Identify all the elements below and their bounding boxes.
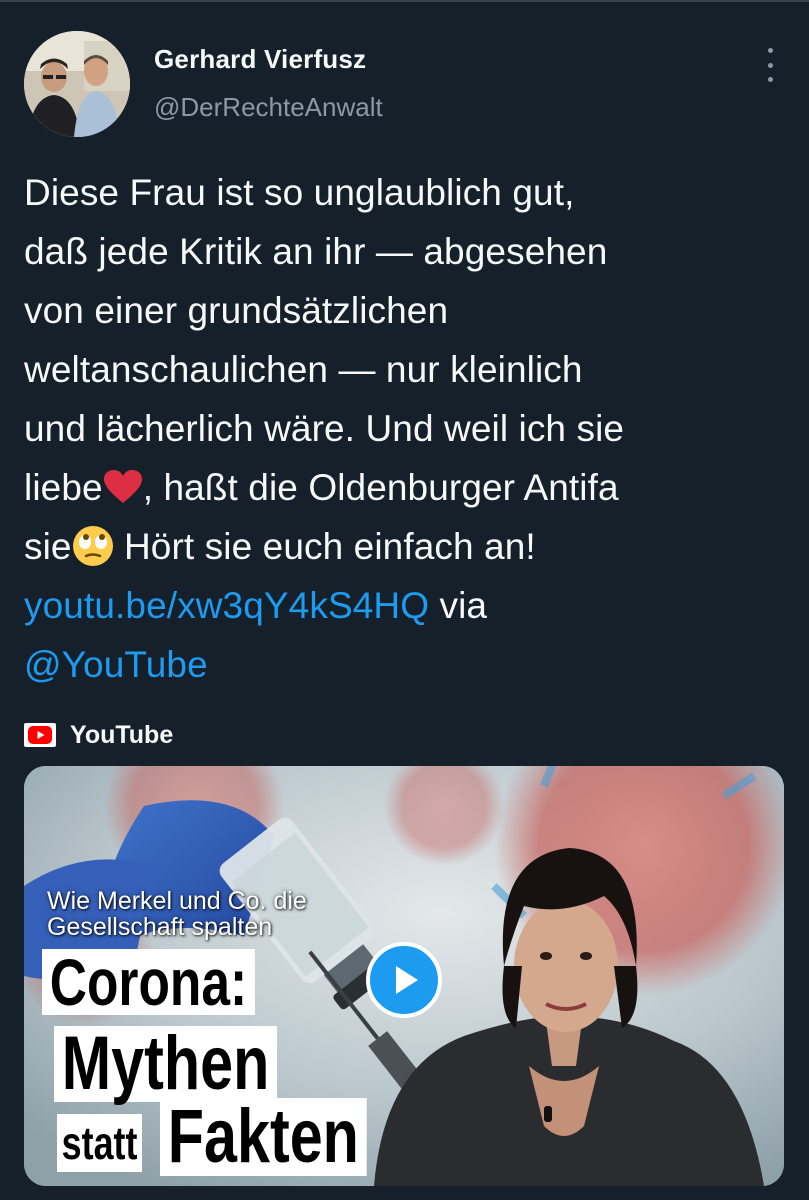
author-display-name[interactable]: Gerhard Vierfusz	[154, 44, 366, 75]
tweet-line: weltanschaulichen — nur kleinlich	[24, 349, 583, 390]
card-source: YouTube	[24, 718, 173, 752]
youtube-mention-link[interactable]: @YouTube	[24, 644, 208, 685]
play-icon	[396, 966, 418, 994]
play-button[interactable]	[366, 942, 442, 1018]
tweet-line: Diese Frau ist so unglaublich gut,	[24, 172, 575, 213]
face-with-rolling-eyes-emoji	[72, 526, 113, 566]
tweet-line: liebe , haßt die Oldenburger Antifa	[24, 458, 794, 517]
thumbnail-subtitle: Wie Merkel und Co. die Gesellschaft spal…	[47, 887, 307, 941]
author-handle[interactable]: @DerRechteAnwalt	[154, 92, 383, 123]
tweet-text-segment: via	[429, 585, 488, 626]
tweet-text-segment: sie	[24, 526, 72, 567]
author-avatar[interactable]	[24, 31, 130, 137]
tweet-line: sie Hört sie euch einfach an!	[24, 517, 794, 576]
tweet-text-segment: , haßt die Oldenburger Antifa	[142, 467, 619, 508]
thumbnail-title-corona: Corona:	[42, 949, 255, 1015]
more-dot	[767, 62, 773, 68]
youtube-logo-icon	[24, 723, 56, 747]
youtube-link[interactable]: youtu.be/xw3qY4kS4HQ	[24, 585, 429, 626]
tweet-text: Diese Frau ist so unglaublich gut, daß j…	[24, 163, 794, 694]
video-card[interactable]: Wie Merkel und Co. die Gesellschaft spal…	[24, 766, 784, 1186]
thumbnail-title-statt: statt	[57, 1114, 143, 1172]
tweet-text-segment: liebe	[24, 467, 103, 508]
tweet-line: youtu.be/xw3qY4kS4HQ via	[24, 576, 794, 635]
tweet-line: von einer grundsätzlichen	[24, 290, 449, 331]
tweet-line: daß jede Kritik an ihr — abgesehen	[24, 231, 608, 272]
red-heart-emoji	[103, 470, 142, 503]
more-dot	[767, 77, 773, 82]
tweet-line: und lächerlich wäre. Und weil ich sie	[24, 408, 625, 449]
thumbnail-title-fakten: Fakten	[160, 1098, 367, 1176]
tweet-line: @YouTube	[24, 635, 794, 694]
card-source-name: YouTube	[70, 720, 174, 749]
thumbnail-title-mythen: Mythen	[54, 1026, 278, 1102]
more-dot	[767, 48, 773, 53]
more-options-icon[interactable]	[756, 48, 784, 82]
top-divider	[0, 0, 809, 2]
tweet-text-segment: Hört sie euch einfach an!	[113, 526, 536, 567]
